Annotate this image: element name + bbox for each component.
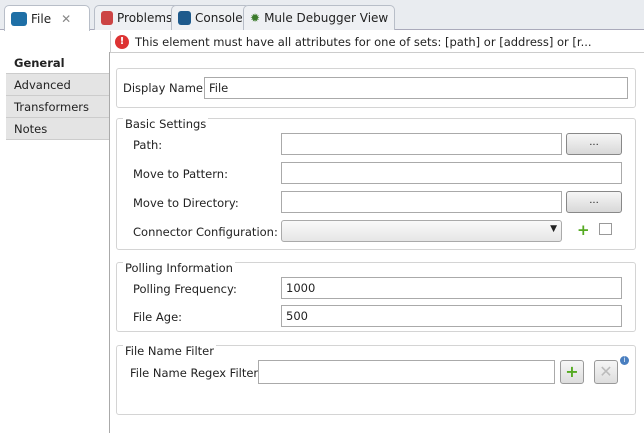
move-directory-label: Move to Directory:: [133, 196, 239, 210]
display-name-label: Display Name:: [123, 81, 207, 95]
basic-settings-group: Basic Settings Path: ... Move to Pattern…: [116, 117, 636, 250]
tab-label: Problems: [117, 11, 173, 25]
path-label: Path:: [133, 138, 163, 152]
problems-icon: [101, 11, 113, 25]
file-name-filter-group: File Name Filter File Name Regex Filter:…: [116, 344, 636, 415]
tab-label: Mule Debugger View: [264, 11, 389, 25]
console-icon: [178, 11, 191, 25]
display-name-input[interactable]: File: [204, 77, 628, 99]
move-pattern-label: Move to Pattern:: [133, 167, 228, 181]
move-pattern-input[interactable]: [281, 162, 622, 184]
connector-label: Connector Configuration:: [133, 225, 278, 239]
tab-mule-debugger[interactable]: ✹ Mule Debugger View: [243, 5, 396, 30]
sidebar-item-advanced[interactable]: Advanced: [6, 74, 109, 96]
tab-file[interactable]: File ✕: [4, 5, 90, 31]
info-icon[interactable]: i: [620, 356, 629, 365]
sidebar: General Advanced Transformers Notes: [6, 52, 110, 433]
sidebar-item-notes[interactable]: Notes: [6, 118, 109, 140]
polling-group: Polling Information Polling Frequency: 1…: [116, 261, 636, 332]
basic-settings-title: Basic Settings: [123, 117, 209, 131]
polling-frequency-input[interactable]: 1000: [281, 277, 622, 299]
filter-title: File Name Filter: [123, 344, 216, 358]
add-filter-button[interactable]: +: [560, 360, 584, 384]
tab-console[interactable]: Console: [171, 5, 250, 30]
connector-select[interactable]: ▼: [281, 220, 562, 242]
add-icon[interactable]: +: [577, 221, 590, 239]
close-icon[interactable]: ✕: [61, 12, 71, 26]
file-age-label: File Age:: [133, 310, 183, 324]
regex-filter-input[interactable]: [258, 360, 555, 384]
error-message: This element must have all attributes fo…: [135, 34, 592, 49]
move-directory-browse-button[interactable]: ...: [566, 191, 622, 213]
tab-problems[interactable]: Problems: [94, 5, 180, 30]
path-input[interactable]: [281, 133, 562, 155]
sidebar-item-general[interactable]: General: [6, 52, 109, 74]
remove-filter-button[interactable]: ✕: [594, 360, 618, 384]
bug-icon: ✹: [250, 11, 261, 25]
display-name-group: Display Name: File: [116, 68, 636, 108]
tab-label: Console: [195, 11, 243, 25]
sidebar-item-transformers[interactable]: Transformers: [6, 96, 109, 118]
polling-title: Polling Information: [123, 261, 235, 275]
file-age-input[interactable]: 500: [281, 305, 622, 327]
path-browse-button[interactable]: ...: [566, 133, 622, 155]
error-banner: ! This element must have all attributes f…: [110, 31, 644, 53]
error-icon: !: [115, 34, 129, 49]
regex-filter-label: File Name Regex Filter:: [130, 366, 262, 380]
editor-tab-bar: File ✕ Problems Console ✹ Mule Debugger Vi…: [0, 0, 644, 31]
edit-icon[interactable]: [599, 223, 612, 235]
move-directory-input[interactable]: [281, 191, 562, 213]
tab-label: File: [31, 11, 52, 26]
polling-frequency-label: Polling Frequency:: [133, 282, 237, 296]
folder-icon: [11, 11, 27, 26]
